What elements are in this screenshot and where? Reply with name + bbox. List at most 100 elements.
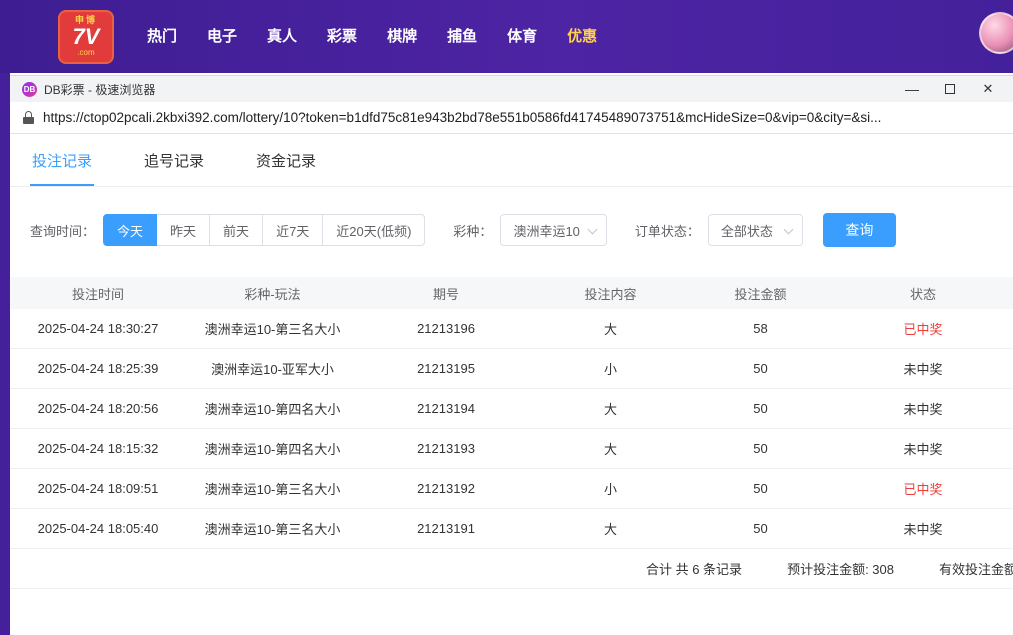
chevron-down-icon — [587, 225, 597, 235]
user-avatar[interactable] — [979, 12, 1013, 54]
time-option-7days[interactable]: 近7天 — [262, 214, 323, 246]
amount-cell: 50 — [688, 441, 833, 456]
maximize-icon[interactable] — [931, 76, 969, 102]
table-row: 2025-04-24 18:25:39 澳洲幸运10-亚军大小 21213195… — [10, 349, 1013, 389]
table-row: 2025-04-24 18:15:32 澳洲幸运10-第四名大小 2121319… — [10, 429, 1013, 469]
browser-window-title: DB彩票 - 极速浏览器 — [44, 81, 155, 98]
time-option-yesterday[interactable]: 昨天 — [156, 214, 210, 246]
status-cell: 已中奖 — [833, 319, 1013, 338]
table-row: 2025-04-24 18:09:51 澳洲幸运10-第三名大小 2121319… — [10, 469, 1013, 509]
browser-window: DB DB彩票 - 极速浏览器 — ✕ https://ctop02pcali.… — [10, 75, 1013, 635]
table-header-row: 投注时间 彩种-玩法 期号 投注内容 投注金额 状态 — [10, 277, 1013, 309]
bet-content-cell: 大 — [533, 519, 688, 538]
amount-cell: 50 — [688, 361, 833, 376]
bet-time-cell: 2025-04-24 18:15:32 — [10, 441, 186, 456]
status-cell: 已中奖 — [833, 479, 1013, 498]
status-cell: 未中奖 — [833, 439, 1013, 458]
minimize-icon[interactable]: — — [893, 76, 931, 102]
col-header-issue: 期号 — [359, 284, 533, 303]
nav-item-sports[interactable]: 体育 — [492, 0, 552, 73]
status-filter-label: 订单状态： — [635, 221, 700, 240]
address-bar[interactable]: https://ctop02pcali.2kbxi392.com/lottery… — [10, 102, 1013, 134]
game-cell: 澳洲幸运10-第四名大小 — [186, 439, 359, 458]
table-row: 2025-04-24 18:05:40 澳洲幸运10-第三名大小 2121319… — [10, 509, 1013, 549]
game-cell: 澳洲幸运10-第三名大小 — [186, 479, 359, 498]
tab-chase-records[interactable]: 追号记录 — [142, 134, 206, 186]
site-header: 申博 7V .com 热门 电子 真人 彩票 棋牌 捕鱼 体育 优惠 — [0, 0, 1013, 73]
site-logo[interactable]: 申博 7V .com — [58, 10, 114, 64]
issue-cell: 21213196 — [359, 321, 533, 336]
bet-time-cell: 2025-04-24 18:09:51 — [10, 481, 186, 496]
lock-icon — [23, 111, 34, 124]
nav-item-hot[interactable]: 热门 — [132, 0, 192, 73]
order-status-select[interactable]: 全部状态 — [708, 214, 803, 246]
col-header-time: 投注时间 — [10, 284, 186, 303]
table-row: 2025-04-24 18:30:27 澳洲幸运10-第三名大小 2121319… — [10, 309, 1013, 349]
nav-item-slots[interactable]: 电子 — [192, 0, 252, 73]
record-tabs: 投注记录 追号记录 资金记录 — [10, 134, 1013, 187]
col-header-amount: 投注金额 — [688, 284, 833, 303]
url-text[interactable]: https://ctop02pcali.2kbxi392.com/lottery… — [43, 110, 881, 125]
window-controls: — ✕ — [893, 76, 1007, 102]
bet-time-cell: 2025-04-24 18:30:27 — [10, 321, 186, 336]
bet-content-cell: 小 — [533, 359, 688, 378]
summary-valid: 有效投注金额 — [939, 559, 1013, 578]
col-header-content: 投注内容 — [533, 284, 688, 303]
game-cell: 澳洲幸运10-亚军大小 — [186, 359, 359, 378]
bet-records-table: 投注时间 彩种-玩法 期号 投注内容 投注金额 状态 2025-04-24 18… — [10, 277, 1013, 589]
nav-item-live[interactable]: 真人 — [252, 0, 312, 73]
bet-time-cell: 2025-04-24 18:20:56 — [10, 401, 186, 416]
close-icon[interactable]: ✕ — [969, 76, 1007, 102]
page-content: 投注记录 追号记录 资金记录 查询时间： 今天 昨天 前天 近7天 近20天(低… — [10, 134, 1013, 589]
amount-cell: 58 — [688, 321, 833, 336]
col-header-status: 状态 — [833, 284, 1013, 303]
bet-content-cell: 大 — [533, 439, 688, 458]
game-cell: 澳洲幸运10-第四名大小 — [186, 399, 359, 418]
tab-bet-records[interactable]: 投注记录 — [30, 134, 94, 186]
query-button[interactable]: 查询 — [823, 213, 896, 247]
order-status-select-value: 全部状态 — [721, 221, 773, 240]
nav-item-fishing[interactable]: 捕鱼 — [432, 0, 492, 73]
nav-item-lottery[interactable]: 彩票 — [312, 0, 372, 73]
bet-time-cell: 2025-04-24 18:05:40 — [10, 521, 186, 536]
bet-content-cell: 大 — [533, 399, 688, 418]
summary-total: 合计 共 6 条记录 — [646, 559, 742, 578]
lottery-select[interactable]: 澳洲幸运10 — [500, 214, 606, 246]
col-header-game: 彩种-玩法 — [186, 284, 359, 303]
table-summary-row: 合计 共 6 条记录 预计投注金额: 308 有效投注金额 — [10, 549, 1013, 589]
filter-bar: 查询时间： 今天 昨天 前天 近7天 近20天(低频) 彩种： 澳洲幸运10 订… — [10, 213, 1013, 247]
chevron-down-icon — [783, 225, 793, 235]
game-cell: 澳洲幸运10-第三名大小 — [186, 319, 359, 338]
game-cell: 澳洲幸运10-第三名大小 — [186, 519, 359, 538]
nav-item-promo[interactable]: 优惠 — [552, 0, 612, 73]
summary-expected: 预计投注金额: 308 — [787, 559, 894, 578]
bet-content-cell: 大 — [533, 319, 688, 338]
time-option-today[interactable]: 今天 — [103, 214, 157, 246]
main-nav: 热门 电子 真人 彩票 棋牌 捕鱼 体育 优惠 — [132, 0, 612, 73]
browser-titlebar: DB DB彩票 - 极速浏览器 — ✕ — [10, 76, 1013, 102]
tab-fund-records[interactable]: 资金记录 — [254, 134, 318, 186]
issue-cell: 21213192 — [359, 481, 533, 496]
issue-cell: 21213191 — [359, 521, 533, 536]
issue-cell: 21213194 — [359, 401, 533, 416]
status-cell: 未中奖 — [833, 359, 1013, 378]
lottery-filter-label: 彩种： — [453, 221, 492, 240]
time-range-group: 今天 昨天 前天 近7天 近20天(低频) — [103, 214, 425, 246]
issue-cell: 21213193 — [359, 441, 533, 456]
amount-cell: 50 — [688, 401, 833, 416]
site-logo-text-mid: 7V — [73, 26, 100, 48]
issue-cell: 21213195 — [359, 361, 533, 376]
status-cell: 未中奖 — [833, 399, 1013, 418]
lottery-select-value: 澳洲幸运10 — [513, 221, 579, 240]
time-filter-label: 查询时间： — [30, 221, 95, 240]
amount-cell: 50 — [688, 521, 833, 536]
time-option-20days[interactable]: 近20天(低频) — [322, 214, 425, 246]
maximize-box — [945, 84, 955, 94]
time-option-daybefore[interactable]: 前天 — [209, 214, 263, 246]
page-background-strip — [0, 73, 10, 635]
nav-item-cards[interactable]: 棋牌 — [372, 0, 432, 73]
site-logo-text-bottom: .com — [77, 49, 94, 57]
status-cell: 未中奖 — [833, 519, 1013, 538]
table-row: 2025-04-24 18:20:56 澳洲幸运10-第四名大小 2121319… — [10, 389, 1013, 429]
amount-cell: 50 — [688, 481, 833, 496]
